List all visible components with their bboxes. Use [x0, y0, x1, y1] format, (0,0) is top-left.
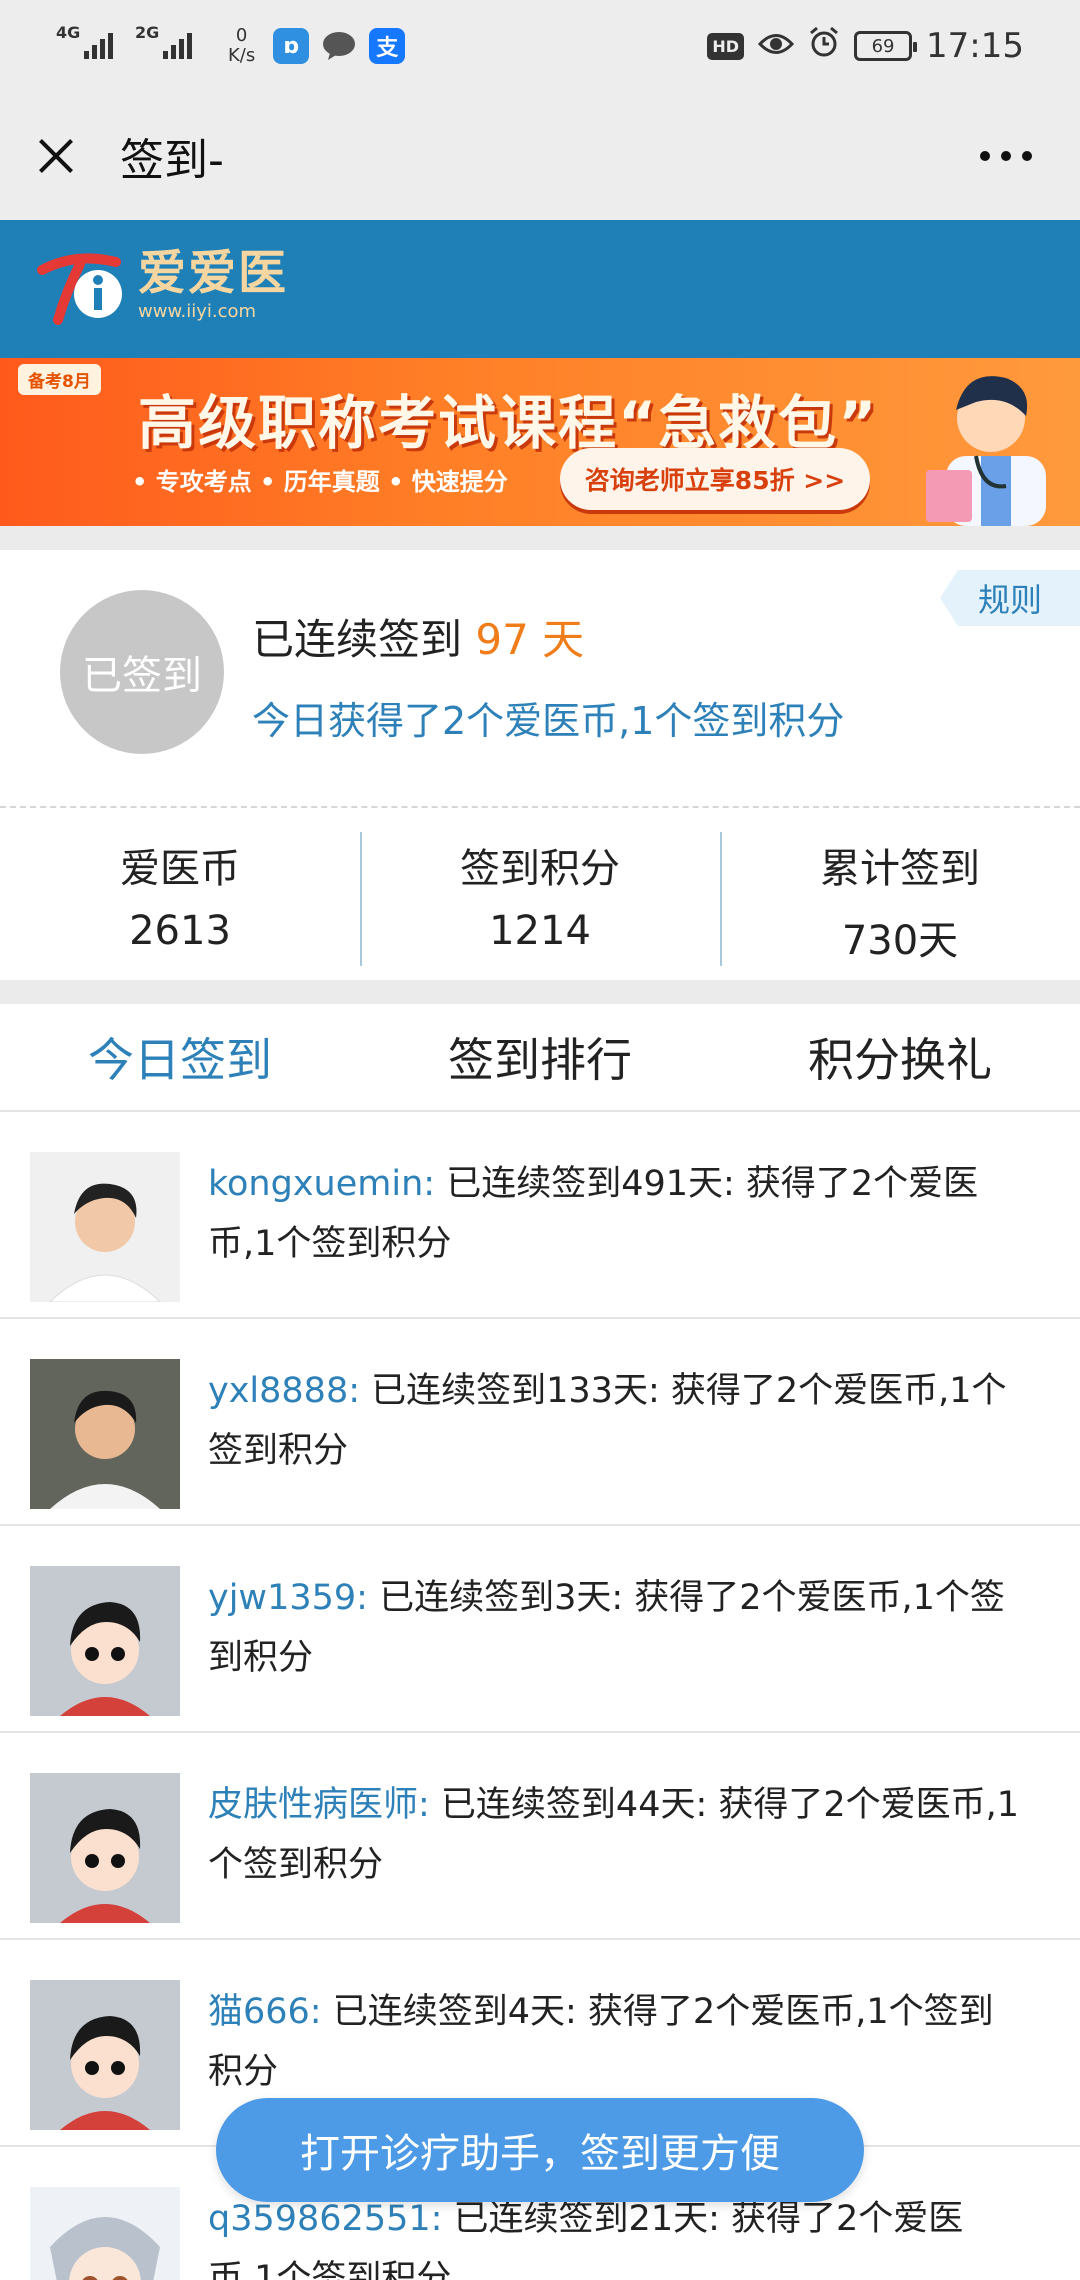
alipay-icon: 支: [369, 28, 406, 64]
streak-text: 已连续签到 97 天: [252, 606, 584, 667]
chat-bubble-icon: [321, 28, 357, 64]
stat-value: 730天: [841, 918, 959, 964]
avatar[interactable]: [30, 2187, 180, 2280]
avatar[interactable]: [30, 1152, 180, 1302]
alarm-icon: [808, 26, 840, 67]
battery-icon: 69: [854, 31, 918, 61]
rules-button[interactable]: 规则: [940, 570, 1080, 626]
battery-level: 69: [871, 35, 895, 57]
checkin-message: 已连续签到4天: 获得了2个爱医币,1个签到积分: [208, 1992, 994, 2092]
net-speed: 0 K/s: [228, 26, 255, 66]
stat-label: 累计签到: [820, 846, 980, 892]
promo-features: • 专攻考点 • 历年真题 • 快速提分: [132, 468, 508, 496]
section-divider: [0, 980, 1080, 1004]
eye-icon: [757, 26, 795, 66]
section-divider: [0, 526, 1080, 550]
username-link[interactable]: yxl8888:: [208, 1371, 360, 1411]
list-item: yjw1359: 已连续签到3天: 获得了2个爱医币,1个签到积分: [0, 1526, 1080, 1733]
username-link[interactable]: 皮肤性病医师:: [208, 1785, 430, 1825]
tab-bar: 今日签到 签到排行 积分换礼: [0, 1004, 1080, 1112]
sim2-label: 2G: [135, 23, 160, 42]
stats-panel: 爱医币 2613 签到积分 1214 累计签到 730天: [0, 810, 1080, 980]
stat-value: 1214: [489, 908, 591, 954]
signal-bars-icon: [84, 33, 113, 59]
stat-value: 2613: [129, 908, 231, 954]
avatar[interactable]: [30, 1566, 180, 1716]
stat-coins: 爱医币 2613: [0, 810, 360, 980]
streak-prefix: 已连续签到: [252, 615, 463, 664]
promo-banner[interactable]: 备考8月 高级职称考试课程“急救包” • 专攻考点 • 历年真题 • 快速提分 …: [0, 358, 1080, 526]
brand-url: www.iiyi.com: [138, 300, 257, 322]
username-link[interactable]: yjw1359:: [208, 1578, 368, 1618]
checkin-summary: 已签到 已连续签到 97 天 今日获得了2个爱医币,1个签到积分 规则: [0, 550, 1080, 808]
stat-points: 签到积分 1214: [360, 810, 720, 980]
status-bar: 4G 2G 0 K/s ɒ 支 HD 69 17:15: [0, 0, 1080, 92]
tab-checkin-ranking[interactable]: 签到排行: [360, 1004, 720, 1110]
net-speed-unit: K/s: [228, 45, 256, 66]
tab-today-checkin[interactable]: 今日签到: [0, 1004, 360, 1110]
username-link[interactable]: q359862551:: [208, 2199, 442, 2239]
hd-icon: HD: [707, 32, 745, 60]
page-title: 签到-: [120, 135, 224, 186]
net-speed-value: 0: [235, 25, 248, 46]
stat-total-days: 累计签到 730天: [720, 810, 1080, 980]
stat-label: 签到积分: [460, 846, 620, 892]
stat-label: 爱医币: [120, 846, 240, 892]
page: 4G 2G 0 K/s ɒ 支 HD 69 17:15 签到- 爱爱医 www.…: [0, 0, 1080, 2280]
avatar[interactable]: [30, 1980, 180, 2130]
promo-tag: 备考8月: [18, 364, 101, 395]
dashed-divider: [0, 806, 1080, 808]
more-options-icon[interactable]: [980, 151, 1032, 161]
today-reward: 今日获得了2个爱医币,1个签到积分: [252, 699, 845, 743]
open-assistant-button[interactable]: 打开诊疗助手，签到更方便: [216, 2098, 864, 2202]
doctor-illustration-icon: [886, 360, 1066, 526]
brand-header: 爱爱医 www.iiyi.com: [0, 220, 1080, 358]
sim2-signal: 2G: [135, 23, 192, 59]
avatar[interactable]: [30, 1773, 180, 1923]
signed-in-badge[interactable]: 已签到: [60, 590, 224, 754]
promo-cta-button[interactable]: 咨询老师立享85折 >>: [560, 448, 870, 510]
app-notification-icon: ɒ: [273, 28, 310, 64]
username-link[interactable]: kongxuemin:: [208, 1164, 435, 1204]
tab-points-exchange[interactable]: 积分换礼: [720, 1004, 1080, 1110]
username-link[interactable]: 猫666:: [208, 1992, 322, 2032]
list-item: kongxuemin: 已连续签到491天: 获得了2个爱医币,1个签到积分: [0, 1112, 1080, 1319]
sim1-signal: 4G: [56, 23, 113, 59]
nav-bar: 签到-: [0, 92, 1080, 220]
iiyi-logo-mark-icon: [36, 242, 132, 326]
list-item: 皮肤性病医师: 已连续签到44天: 获得了2个爱医币,1个签到积分: [0, 1733, 1080, 1940]
brand-name: 爱爱医: [138, 244, 289, 301]
list-item: yxl8888: 已连续签到133天: 获得了2个爱医币,1个签到积分: [0, 1319, 1080, 1526]
close-icon[interactable]: [32, 132, 80, 180]
clock: 17:15: [926, 26, 1024, 66]
iiyi-logo[interactable]: 爱爱医 www.iiyi.com: [36, 242, 288, 326]
signal-bars-icon: [163, 33, 192, 59]
sim1-label: 4G: [56, 23, 81, 42]
avatar[interactable]: [30, 1359, 180, 1509]
streak-days: 97 天: [475, 615, 585, 664]
